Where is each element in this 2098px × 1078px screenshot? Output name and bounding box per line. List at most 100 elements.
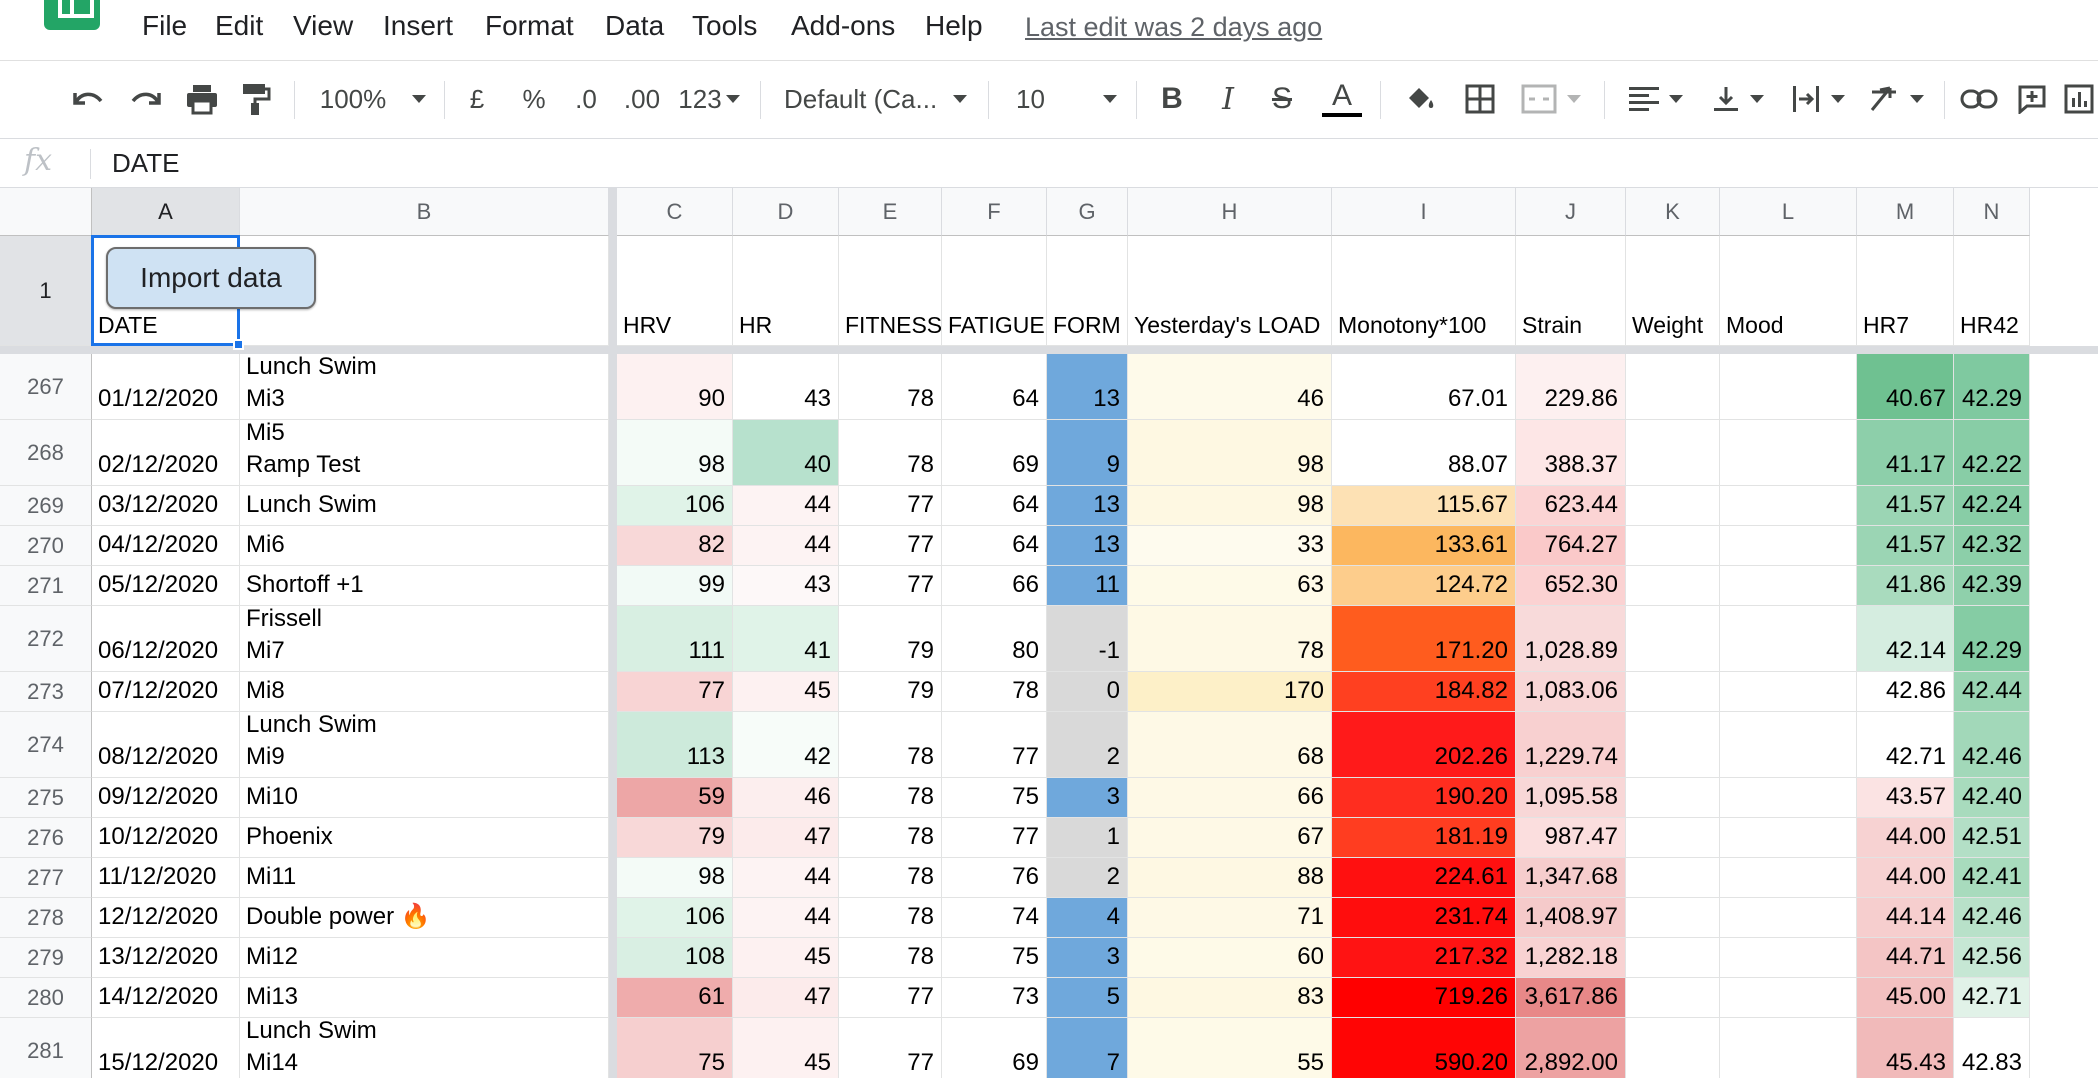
table-cell[interactable]: 61 <box>617 978 733 1018</box>
table-cell[interactable] <box>1626 420 1720 486</box>
menu-tools[interactable]: Tools <box>692 10 757 42</box>
table-cell[interactable]: 42.86 <box>1857 672 1954 712</box>
table-cell[interactable]: 42.46 <box>1954 898 2030 938</box>
table-cell[interactable] <box>1626 818 1720 858</box>
table-cell[interactable]: 1,347.68 <box>1516 858 1626 898</box>
table-cell[interactable]: 590.20 <box>1332 1018 1516 1078</box>
currency-button[interactable]: £ <box>462 79 492 119</box>
header-cell[interactable]: Weight <box>1626 236 1720 346</box>
table-cell[interactable] <box>1626 526 1720 566</box>
table-cell[interactable]: 64 <box>942 486 1047 526</box>
table-cell[interactable]: 652.30 <box>1516 566 1626 606</box>
table-cell[interactable]: 78 <box>839 818 942 858</box>
table-cell[interactable] <box>1626 606 1720 672</box>
table-cell[interactable]: 43 <box>733 566 839 606</box>
table-cell[interactable]: 77 <box>839 978 942 1018</box>
frozen-row-divider[interactable] <box>0 346 2098 354</box>
date-cell[interactable]: 07/12/2020 <box>92 672 240 712</box>
table-cell[interactable]: 69 <box>942 420 1047 486</box>
header-cell[interactable]: HRV <box>617 236 733 346</box>
table-cell[interactable]: 47 <box>733 978 839 1018</box>
table-cell[interactable]: 42 <box>733 712 839 778</box>
table-cell[interactable]: 59 <box>617 778 733 818</box>
table-cell[interactable]: 44.00 <box>1857 858 1954 898</box>
table-cell[interactable]: 41.57 <box>1857 486 1954 526</box>
table-cell[interactable]: 181.19 <box>1332 818 1516 858</box>
activity-cell[interactable]: Mi13 <box>240 978 609 1018</box>
table-cell[interactable]: 43 <box>733 354 839 420</box>
table-cell[interactable]: 45 <box>733 672 839 712</box>
table-cell[interactable]: 79 <box>617 818 733 858</box>
date-cell[interactable]: 14/12/2020 <box>92 978 240 1018</box>
menu-data[interactable]: Data <box>605 10 664 42</box>
table-cell[interactable]: 1,083.06 <box>1516 672 1626 712</box>
table-cell[interactable]: 45 <box>733 938 839 978</box>
table-cell[interactable]: 3 <box>1047 778 1128 818</box>
table-cell[interactable]: 64 <box>942 526 1047 566</box>
header-cell[interactable]: Strain <box>1516 236 1626 346</box>
table-cell[interactable]: 77 <box>839 526 942 566</box>
frozen-column-divider[interactable] <box>609 188 617 1078</box>
table-cell[interactable]: 46 <box>1128 354 1332 420</box>
table-cell[interactable]: 42.40 <box>1954 778 2030 818</box>
header-cell[interactable]: FITNESS <box>839 236 942 346</box>
table-cell[interactable]: 66 <box>1128 778 1332 818</box>
table-cell[interactable] <box>1626 898 1720 938</box>
table-cell[interactable]: 1,408.97 <box>1516 898 1626 938</box>
header-cell[interactable]: Yesterday's LOAD <box>1128 236 1332 346</box>
table-cell[interactable]: 75 <box>617 1018 733 1078</box>
table-cell[interactable]: 1,028.89 <box>1516 606 1626 672</box>
table-cell[interactable]: 75 <box>942 938 1047 978</box>
date-cell[interactable]: 13/12/2020 <box>92 938 240 978</box>
table-cell[interactable]: 41.17 <box>1857 420 1954 486</box>
table-cell[interactable]: 98 <box>1128 486 1332 526</box>
header-cell[interactable]: FORM <box>1047 236 1128 346</box>
column-header-d[interactable]: D <box>733 188 839 236</box>
table-cell[interactable]: 1,282.18 <box>1516 938 1626 978</box>
activity-cell[interactable]: Shortoff +1 <box>240 566 609 606</box>
table-cell[interactable]: 42.51 <box>1954 818 2030 858</box>
sheets-logo-icon[interactable] <box>44 0 100 30</box>
header-cell[interactable]: FATIGUE <box>942 236 1047 346</box>
table-cell[interactable] <box>1626 1018 1720 1078</box>
text-wrapping-button[interactable] <box>1786 79 1850 119</box>
row-header[interactable]: 281 <box>0 1018 92 1078</box>
date-cell[interactable]: 03/12/2020 <box>92 486 240 526</box>
table-cell[interactable]: 2,892.00 <box>1516 1018 1626 1078</box>
table-cell[interactable]: 202.26 <box>1332 712 1516 778</box>
table-cell[interactable]: 42.83 <box>1954 1018 2030 1078</box>
table-cell[interactable]: -1 <box>1047 606 1128 672</box>
redo-button[interactable] <box>124 79 168 119</box>
column-header-e[interactable]: E <box>839 188 942 236</box>
zoom-select[interactable]: 100% <box>318 79 428 119</box>
table-cell[interactable]: 2 <box>1047 712 1128 778</box>
table-cell[interactable] <box>1720 420 1857 486</box>
menu-view[interactable]: View <box>293 10 353 42</box>
table-cell[interactable] <box>1720 858 1857 898</box>
table-cell[interactable]: 44.00 <box>1857 818 1954 858</box>
table-cell[interactable]: 33 <box>1128 526 1332 566</box>
table-cell[interactable]: 78 <box>839 778 942 818</box>
menu-help[interactable]: Help <box>925 10 983 42</box>
row-header[interactable]: 1 <box>0 236 92 346</box>
date-cell[interactable]: 02/12/2020 <box>92 420 240 486</box>
table-cell[interactable] <box>1720 486 1857 526</box>
table-cell[interactable]: 76 <box>942 858 1047 898</box>
table-cell[interactable]: 3,617.86 <box>1516 978 1626 1018</box>
table-cell[interactable]: 82 <box>617 526 733 566</box>
table-cell[interactable]: 88.07 <box>1332 420 1516 486</box>
activity-cell[interactable]: Phoenix <box>240 818 609 858</box>
table-cell[interactable]: 45.00 <box>1857 978 1954 1018</box>
table-cell[interactable] <box>1720 566 1857 606</box>
vertical-align-button[interactable] <box>1706 79 1770 119</box>
header-cell[interactable]: Monotony*100 <box>1332 236 1516 346</box>
table-cell[interactable]: 11 <box>1047 566 1128 606</box>
activity-cell[interactable]: Lunch Swim Mi14 <box>240 1018 609 1078</box>
table-cell[interactable]: 719.26 <box>1332 978 1516 1018</box>
menu-add-ons[interactable]: Add-ons <box>791 10 895 42</box>
table-cell[interactable]: 108 <box>617 938 733 978</box>
table-cell[interactable]: 1,095.58 <box>1516 778 1626 818</box>
insert-chart-button[interactable] <box>2064 79 2098 119</box>
table-cell[interactable] <box>1626 566 1720 606</box>
table-cell[interactable] <box>1720 712 1857 778</box>
